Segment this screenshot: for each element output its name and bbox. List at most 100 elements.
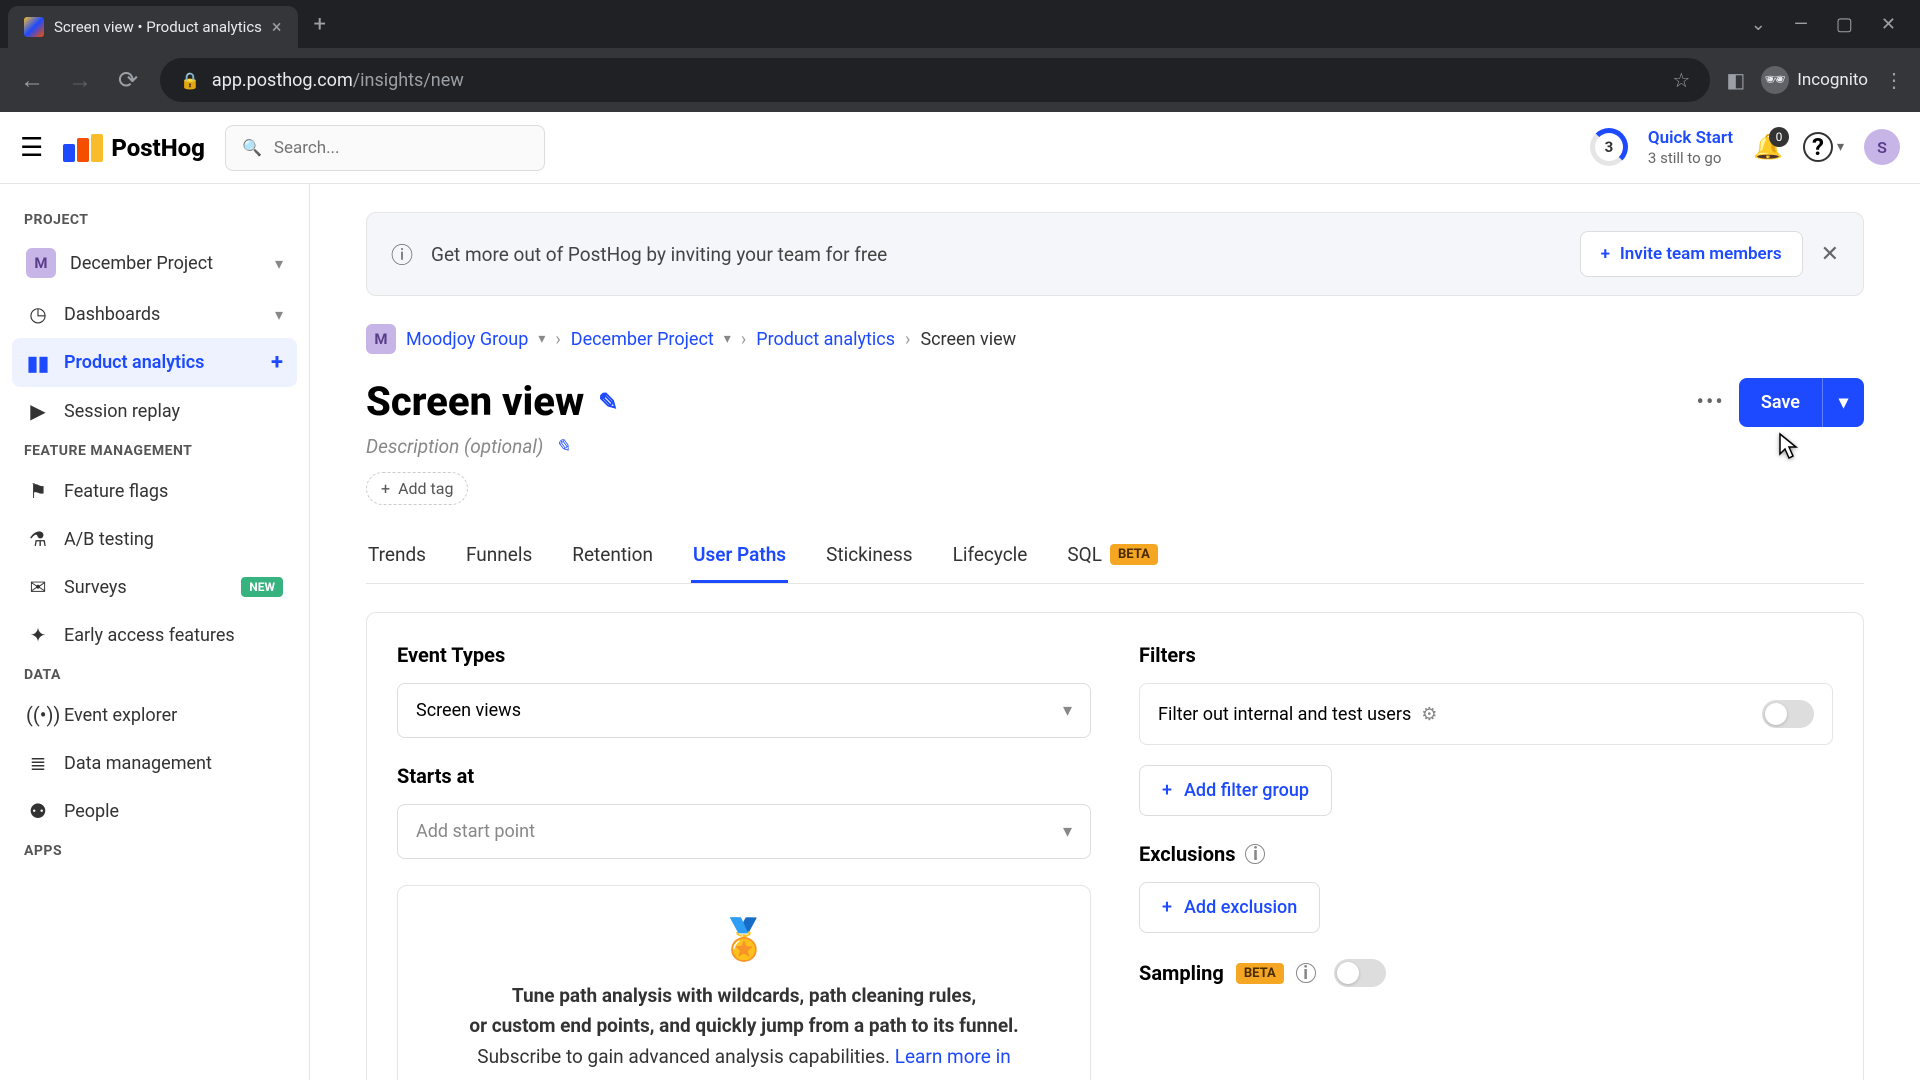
- tab-stickiness[interactable]: Stickiness: [824, 529, 915, 583]
- save-button[interactable]: Save ▾: [1739, 378, 1864, 427]
- chevron-down-icon[interactable]: ▾: [1822, 378, 1864, 427]
- sidebar-trail-icon: ▾: [275, 305, 283, 324]
- add-filter-group-button[interactable]: + Add filter group: [1139, 765, 1332, 816]
- filter-internal-toggle[interactable]: [1762, 700, 1814, 728]
- content: ⓘ Get more out of PostHog by inviting yo…: [310, 184, 1920, 1080]
- search-box[interactable]: 🔍: [225, 125, 545, 171]
- page-title: Screen view ✎: [366, 378, 618, 425]
- info-icon[interactable]: i: [1245, 844, 1265, 864]
- sampling-row: Sampling BETA i: [1139, 959, 1833, 987]
- sidebar-item-label: A/B testing: [64, 529, 154, 550]
- search-input[interactable]: [274, 138, 528, 158]
- chevron-down-icon[interactable]: ▾: [1837, 139, 1844, 155]
- promo-box: 🏅 Tune path analysis with wildcards, pat…: [397, 885, 1091, 1080]
- chevron-down-icon[interactable]: ▾: [538, 331, 545, 347]
- event-types-select[interactable]: Screen views ▾: [397, 683, 1091, 738]
- close-icon[interactable]: ×: [272, 17, 282, 38]
- sidebar-trail-icon[interactable]: +: [271, 350, 283, 375]
- add-exclusion-button[interactable]: + Add exclusion: [1139, 882, 1320, 933]
- sidebar-item-label: Product analytics: [64, 352, 204, 373]
- maximize-icon[interactable]: ▢: [1836, 14, 1853, 35]
- starts-at-label: Starts at: [397, 764, 1091, 788]
- breadcrumb: M Moodjoy Group ▾ › December Project ▾ ›…: [366, 324, 1864, 354]
- chevron-down-icon[interactable]: ▾: [724, 331, 731, 347]
- tab-sql[interactable]: SQLBETA: [1065, 529, 1159, 583]
- chevron-down-icon[interactable]: ⌄: [1751, 14, 1766, 35]
- filter-internal-row: Filter out internal and test users ⚙: [1139, 683, 1833, 745]
- sidebar-item-people[interactable]: ⚉People: [12, 787, 297, 835]
- address-bar[interactable]: 🔒 app.posthog.com/insights/new ☆: [160, 58, 1710, 102]
- sidebar-item-label: Event explorer: [64, 705, 177, 726]
- sidebar-item-feature-flags[interactable]: ⚑Feature flags: [12, 467, 297, 515]
- browser-chrome: Screen view • Product analytics × + ⌄ — …: [0, 0, 1920, 112]
- sampling-toggle[interactable]: [1334, 959, 1386, 987]
- help-button[interactable]: ?: [1803, 132, 1833, 162]
- sidebar-item-surveys[interactable]: ✉ Surveys NEW: [12, 563, 297, 611]
- sidebar-item-label: People: [64, 801, 119, 822]
- breadcrumb-section[interactable]: Product analytics: [756, 329, 895, 350]
- description-field[interactable]: Description (optional) ✎: [366, 435, 1864, 458]
- banner-text: Get more out of PostHog by inviting your…: [431, 243, 1562, 266]
- starts-at-select[interactable]: Add start point ▾: [397, 804, 1091, 859]
- sidebar-project-name: December Project: [70, 253, 213, 274]
- avatar[interactable]: S: [1864, 129, 1900, 165]
- add-tag-button[interactable]: + Add tag: [366, 472, 468, 505]
- breadcrumb-org[interactable]: Moodjoy Group: [406, 329, 528, 350]
- address-bar-row: ← → ⟳ 🔒 app.posthog.com/insights/new ☆ ◧…: [0, 48, 1920, 112]
- more-button[interactable]: •••: [1697, 390, 1725, 415]
- close-icon[interactable]: ✕: [1821, 242, 1839, 267]
- sidebar-item-early-access-features[interactable]: ✦Early access features: [12, 611, 297, 659]
- sidebar-item-label: Dashboards: [64, 304, 160, 325]
- tab-trends[interactable]: Trends: [366, 529, 428, 583]
- learn-more-link[interactable]: Learn more in: [895, 1045, 1011, 1068]
- sidebar-item-session-replay[interactable]: ▶Session replay: [12, 387, 297, 435]
- breadcrumb-project[interactable]: December Project: [571, 329, 714, 350]
- hamburger-icon[interactable]: ☰: [20, 133, 43, 163]
- logo[interactable]: PostHog: [63, 134, 205, 162]
- sidebar-project-selector[interactable]: M December Project ▾: [12, 236, 297, 290]
- tab-retention[interactable]: Retention: [570, 529, 655, 583]
- new-badge: NEW: [241, 577, 283, 597]
- sidebar-item-a-b-testing[interactable]: ⚗ A/B testing: [12, 515, 297, 563]
- quick-start[interactable]: Quick Start 3 still to go: [1648, 128, 1733, 166]
- sidebar-item-label: Surveys: [64, 577, 127, 598]
- sidebar-item-dashboards[interactable]: ◷Dashboards▾: [12, 290, 297, 338]
- back-button[interactable]: ←: [16, 66, 48, 95]
- lock-icon: 🔒: [180, 71, 200, 90]
- favicon: [24, 17, 44, 37]
- window-controls: ⌄ — ▢ ✕: [1751, 14, 1912, 35]
- sidebar-item-icon: ⚗: [26, 527, 50, 551]
- star-icon[interactable]: ☆: [1672, 68, 1690, 92]
- tab-funnels[interactable]: Funnels: [464, 529, 534, 583]
- invite-team-button[interactable]: + Invite team members: [1580, 231, 1803, 277]
- info-icon[interactable]: i: [1296, 963, 1316, 983]
- notifications-button[interactable]: 🔔 0: [1753, 133, 1783, 161]
- close-window-icon[interactable]: ✕: [1881, 14, 1896, 35]
- minimize-icon[interactable]: —: [1794, 14, 1808, 35]
- chrome-menu-icon[interactable]: ⋮: [1884, 68, 1904, 92]
- plus-icon: +: [381, 479, 390, 498]
- forward-button[interactable]: →: [64, 66, 96, 95]
- url: app.posthog.com/insights/new: [212, 70, 464, 91]
- tab-user-paths[interactable]: User Paths: [691, 529, 788, 583]
- edit-icon[interactable]: ✎: [555, 436, 570, 457]
- sidebar-item-label: Session replay: [64, 401, 180, 422]
- edit-icon[interactable]: ✎: [598, 388, 618, 416]
- sidebar-item-event-explorer[interactable]: ((•))Event explorer: [12, 691, 297, 739]
- plus-icon: +: [1162, 897, 1172, 918]
- extensions-icon[interactable]: ◧: [1726, 68, 1745, 92]
- breadcrumb-current: Screen view: [920, 329, 1016, 350]
- sidebar-item-icon: ✉: [26, 575, 50, 599]
- gear-icon[interactable]: ⚙: [1421, 704, 1437, 725]
- incognito-indicator: 🕶 Incognito: [1761, 66, 1868, 94]
- beta-badge: BETA: [1110, 544, 1158, 565]
- sidebar-section-feature: FEATURE MANAGEMENT: [12, 435, 297, 467]
- new-tab-button[interactable]: +: [314, 12, 326, 37]
- chevron-right-icon: ›: [905, 329, 910, 350]
- progress-ring[interactable]: 3: [1590, 128, 1628, 166]
- reload-button[interactable]: ⟳: [112, 66, 144, 94]
- sidebar-item-data-management[interactable]: ≣Data management: [12, 739, 297, 787]
- tab-lifecycle[interactable]: Lifecycle: [951, 529, 1030, 583]
- sidebar-item-product-analytics[interactable]: ▮▮Product analytics+: [12, 338, 297, 387]
- browser-tab[interactable]: Screen view • Product analytics ×: [8, 6, 298, 48]
